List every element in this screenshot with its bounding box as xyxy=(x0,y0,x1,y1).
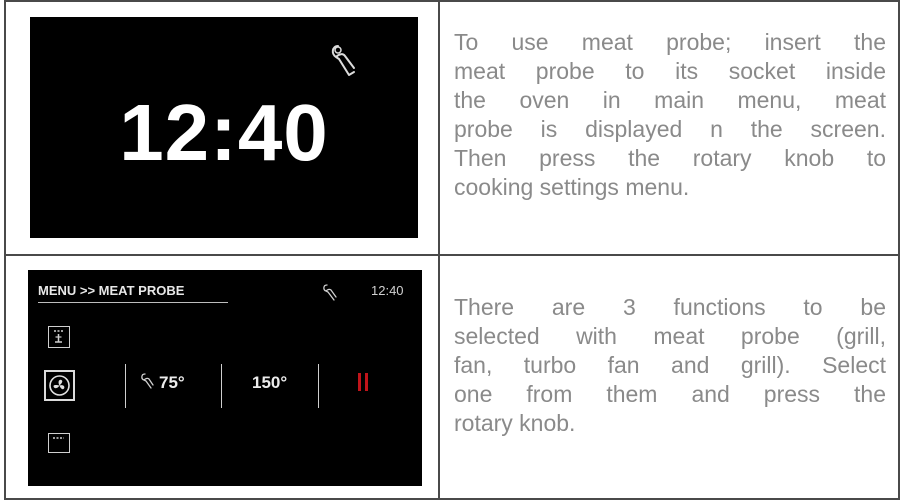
pause-bar xyxy=(358,373,361,391)
fan-icon xyxy=(49,375,70,396)
text-line: meat probe to its socket inside xyxy=(454,58,886,84)
oven-display-meat-probe-menu: MENU >> MEAT PROBE 12:40 75° 150° xyxy=(28,270,422,486)
turbo-fan-grill-function-button[interactable] xyxy=(48,433,70,453)
meat-probe-icon xyxy=(141,373,154,389)
value-separator xyxy=(221,364,222,408)
header-clock: 12:40 xyxy=(371,283,404,298)
text-line: fan, turbo fan and grill). Select xyxy=(454,352,886,378)
text-line: one from them and press the xyxy=(454,381,886,407)
text-line: To use meat probe; insert the xyxy=(454,29,886,55)
text-line: rotary knob. xyxy=(454,410,576,436)
meat-probe-icon xyxy=(331,45,355,76)
oven-display-main: 12:40 xyxy=(30,17,418,238)
menu-header: MENU >> MEAT PROBE xyxy=(38,283,185,298)
text-line: cooking settings menu. xyxy=(454,174,690,200)
pause-bar xyxy=(365,373,368,391)
text-line: There are 3 functions to be xyxy=(454,294,886,320)
header-underline xyxy=(38,302,228,303)
grill-function-button[interactable] xyxy=(48,326,70,348)
clock-display: 12:40 xyxy=(119,88,329,177)
text-line: Then press the rotary knob to xyxy=(454,145,886,171)
row-divider xyxy=(6,254,898,256)
pause-icon[interactable] xyxy=(358,373,368,391)
value-separator xyxy=(125,364,126,408)
text-line: selected with meat probe (grill, xyxy=(454,323,886,349)
instruction-text-2: There are 3 functions to be selected wit… xyxy=(454,293,886,438)
instruction-text-1: To use meat probe; insert the meat probe… xyxy=(454,28,886,202)
meat-probe-icon xyxy=(323,284,337,301)
text-line: probe is displayed n the screen. xyxy=(454,116,886,142)
oven-temperature[interactable]: 150° xyxy=(252,373,287,393)
text-line: the oven in main menu, meat xyxy=(454,87,886,113)
column-divider xyxy=(438,2,440,498)
grill-icon xyxy=(54,330,63,343)
turbo-fan-grill-icon xyxy=(53,437,64,439)
value-separator xyxy=(318,364,319,408)
probe-temperature[interactable]: 75° xyxy=(159,373,185,393)
fan-function-button[interactable] xyxy=(44,370,75,401)
